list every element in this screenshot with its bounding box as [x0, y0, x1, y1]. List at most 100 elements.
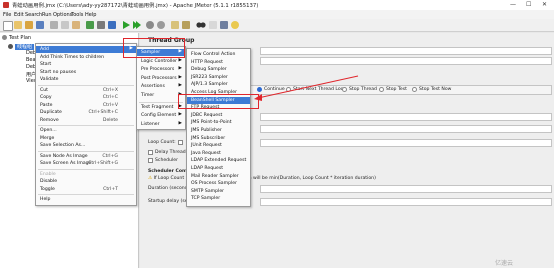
sampler-submenu-item-label: OS Process Sampler — [191, 181, 237, 187]
context-menu-item[interactable]: Help — [36, 196, 136, 203]
context-menu-item[interactable]: Add ▶ — [36, 46, 136, 53]
stop-test-now-radio[interactable] — [412, 87, 417, 92]
chevron-right-icon: ▶ — [178, 66, 182, 72]
sampler-submenu-item[interactable]: JDBC Request — [187, 112, 250, 119]
sampler-submenu-item[interactable]: TCP Sampler — [187, 195, 250, 202]
menu-help[interactable]: Help — [85, 12, 96, 18]
context-menu-item[interactable]: Copy Ctrl+C — [36, 94, 136, 101]
reset-search-icon[interactable] — [209, 21, 217, 29]
context-menu-item-shortcut: Ctrl+C — [102, 95, 118, 100]
context-menu-item[interactable]: Paste Ctrl+V — [36, 102, 136, 109]
context-menu-item[interactable]: Remove Delete — [36, 117, 136, 124]
menu-tools[interactable]: Tools — [71, 12, 83, 18]
templates-icon[interactable] — [14, 21, 22, 29]
context-menu-item[interactable]: Validate — [36, 76, 136, 83]
sampler-submenu-item[interactable]: OS Process Sampler — [187, 180, 250, 187]
new-icon[interactable] — [3, 21, 13, 31]
menu-file[interactable]: File — [3, 12, 11, 18]
add-submenu-item-label: Config Element — [141, 113, 177, 119]
sampler-submenu-item[interactable]: LDAP Request — [187, 165, 250, 172]
sampler-submenu-item-label: JUnit Request — [191, 143, 222, 149]
sampler-submenu-item[interactable]: JUnit Request — [187, 142, 250, 149]
startup-delay-field[interactable] — [260, 198, 552, 206]
context-menu-item[interactable]: Save Node As Image Ctrl+G — [36, 153, 136, 160]
menu-edit[interactable]: Edit — [14, 12, 24, 18]
clear-all-icon[interactable] — [182, 21, 190, 29]
delay-thread-checkbox[interactable] — [148, 150, 153, 155]
sampler-submenu-item[interactable]: Mail Reader Sampler — [187, 173, 250, 180]
context-menu-item[interactable]: Save Screen As Image Ctrl+Shift+G — [36, 160, 136, 167]
scheduler-checkbox[interactable] — [148, 158, 153, 163]
clear-icon[interactable] — [171, 21, 179, 29]
context-menu-item[interactable]: Duplicate Ctrl+Shift+C — [36, 109, 136, 116]
context-menu-item[interactable]: Save Selection As... — [36, 142, 136, 149]
shutdown-icon[interactable] — [157, 21, 165, 29]
context-menu-item[interactable]: Start no pauses — [36, 69, 136, 76]
context-menu-item[interactable]: Merge — [36, 135, 136, 142]
close-button[interactable]: ✕ — [542, 1, 547, 8]
sampler-submenu-item[interactable]: Java Request — [187, 150, 250, 157]
sampler-submenu-item[interactable]: HTTP Request — [187, 59, 250, 66]
sampler-submenu-item[interactable]: JMS Point-to-Point — [187, 119, 250, 126]
menu-run[interactable]: Run — [42, 12, 52, 18]
minimize-button[interactable]: — — [510, 1, 516, 8]
sampler-submenu-item[interactable]: SMTP Sampler — [187, 188, 250, 195]
comments-field[interactable] — [260, 57, 552, 65]
delay-thread-label: Delay Thread c — [155, 150, 190, 155]
add-submenu-item[interactable]: Pre Processors ▶ — [137, 66, 185, 73]
sampler-submenu-item[interactable]: Flow Control Action — [187, 51, 250, 58]
name-field[interactable] — [260, 47, 552, 55]
threads-field[interactable] — [260, 113, 552, 121]
context-menu-item-label: Enable — [40, 171, 56, 177]
toggle-icon[interactable] — [108, 21, 116, 29]
start-no-pauses-icon[interactable] — [133, 21, 141, 29]
add-submenu-item-label: Listener — [141, 121, 160, 127]
context-menu-item[interactable]: Disable — [36, 178, 136, 185]
forever-checkbox[interactable] — [178, 140, 183, 145]
context-menu-item[interactable]: Open... — [36, 127, 136, 134]
save-icon[interactable] — [36, 21, 44, 29]
collapse-icon[interactable] — [97, 21, 105, 29]
sampler-submenu-item[interactable]: JSR223 Sampler — [187, 74, 250, 81]
menu-search[interactable]: Search — [25, 12, 42, 18]
add-submenu-item[interactable]: Config Element ▶ — [137, 112, 185, 119]
context-menu-item[interactable]: Add Think Times to children — [36, 54, 136, 61]
expand-icon[interactable] — [86, 21, 94, 29]
maximize-button[interactable]: ☐ — [526, 1, 531, 8]
tree-node-thread-group[interactable]: 线程组 — [8, 43, 35, 50]
loop-count-field[interactable] — [260, 139, 552, 147]
help-icon[interactable] — [231, 21, 239, 29]
context-menu-item[interactable]: Start — [36, 61, 136, 68]
duration-field[interactable] — [260, 185, 552, 193]
stop-test-now-label: Stop Test Now — [419, 87, 452, 92]
menu-options[interactable]: Options — [53, 12, 72, 18]
cut-icon[interactable] — [50, 21, 58, 29]
sampler-submenu-item-label: LDAP Extended Request — [191, 158, 247, 164]
context-menu-item[interactable]: Toggle Ctrl+T — [36, 186, 136, 193]
context-menu-item[interactable]: Cut Ctrl+X — [36, 87, 136, 94]
stop-icon[interactable] — [146, 21, 154, 29]
paste-icon[interactable] — [72, 21, 80, 29]
tree-node-test-plan[interactable]: Test Plan — [2, 35, 31, 41]
context-menu-item-shortcut: Ctrl+G — [102, 153, 118, 159]
sampler-submenu-item[interactable]: JMS Publisher — [187, 127, 250, 134]
open-icon[interactable] — [25, 21, 33, 29]
rampup-field[interactable] — [260, 125, 552, 133]
add-submenu-item[interactable]: Post Processors ▶ — [137, 75, 185, 82]
start-icon[interactable] — [122, 21, 130, 29]
context-menu-item-label: Add Think Times to children — [40, 54, 104, 60]
add-submenu-item[interactable]: Listener ▶ — [137, 121, 185, 128]
add-submenu-item[interactable]: Logic Controller ▶ — [137, 58, 185, 65]
sampler-submenu-item[interactable]: LDAP Extended Request — [187, 157, 250, 164]
add-submenu-item-label: Logic Controller — [141, 58, 178, 64]
copy-icon[interactable] — [61, 21, 69, 29]
menu-separator — [38, 125, 134, 126]
context-menu-item-shortcut: Ctrl+Shift+G — [88, 161, 118, 166]
sampler-submenu-item[interactable]: Debug Sampler — [187, 66, 250, 73]
sampler-submenu-item[interactable]: JMS Subscriber — [187, 135, 250, 142]
add-submenu-item[interactable]: Assertions ▶ — [137, 83, 185, 90]
stop-test-radio[interactable] — [379, 87, 384, 92]
sampler-submenu-item[interactable]: AJP/1.3 Sampler — [187, 81, 250, 88]
search-icon[interactable] — [196, 21, 206, 29]
function-helper-icon[interactable] — [220, 21, 228, 29]
